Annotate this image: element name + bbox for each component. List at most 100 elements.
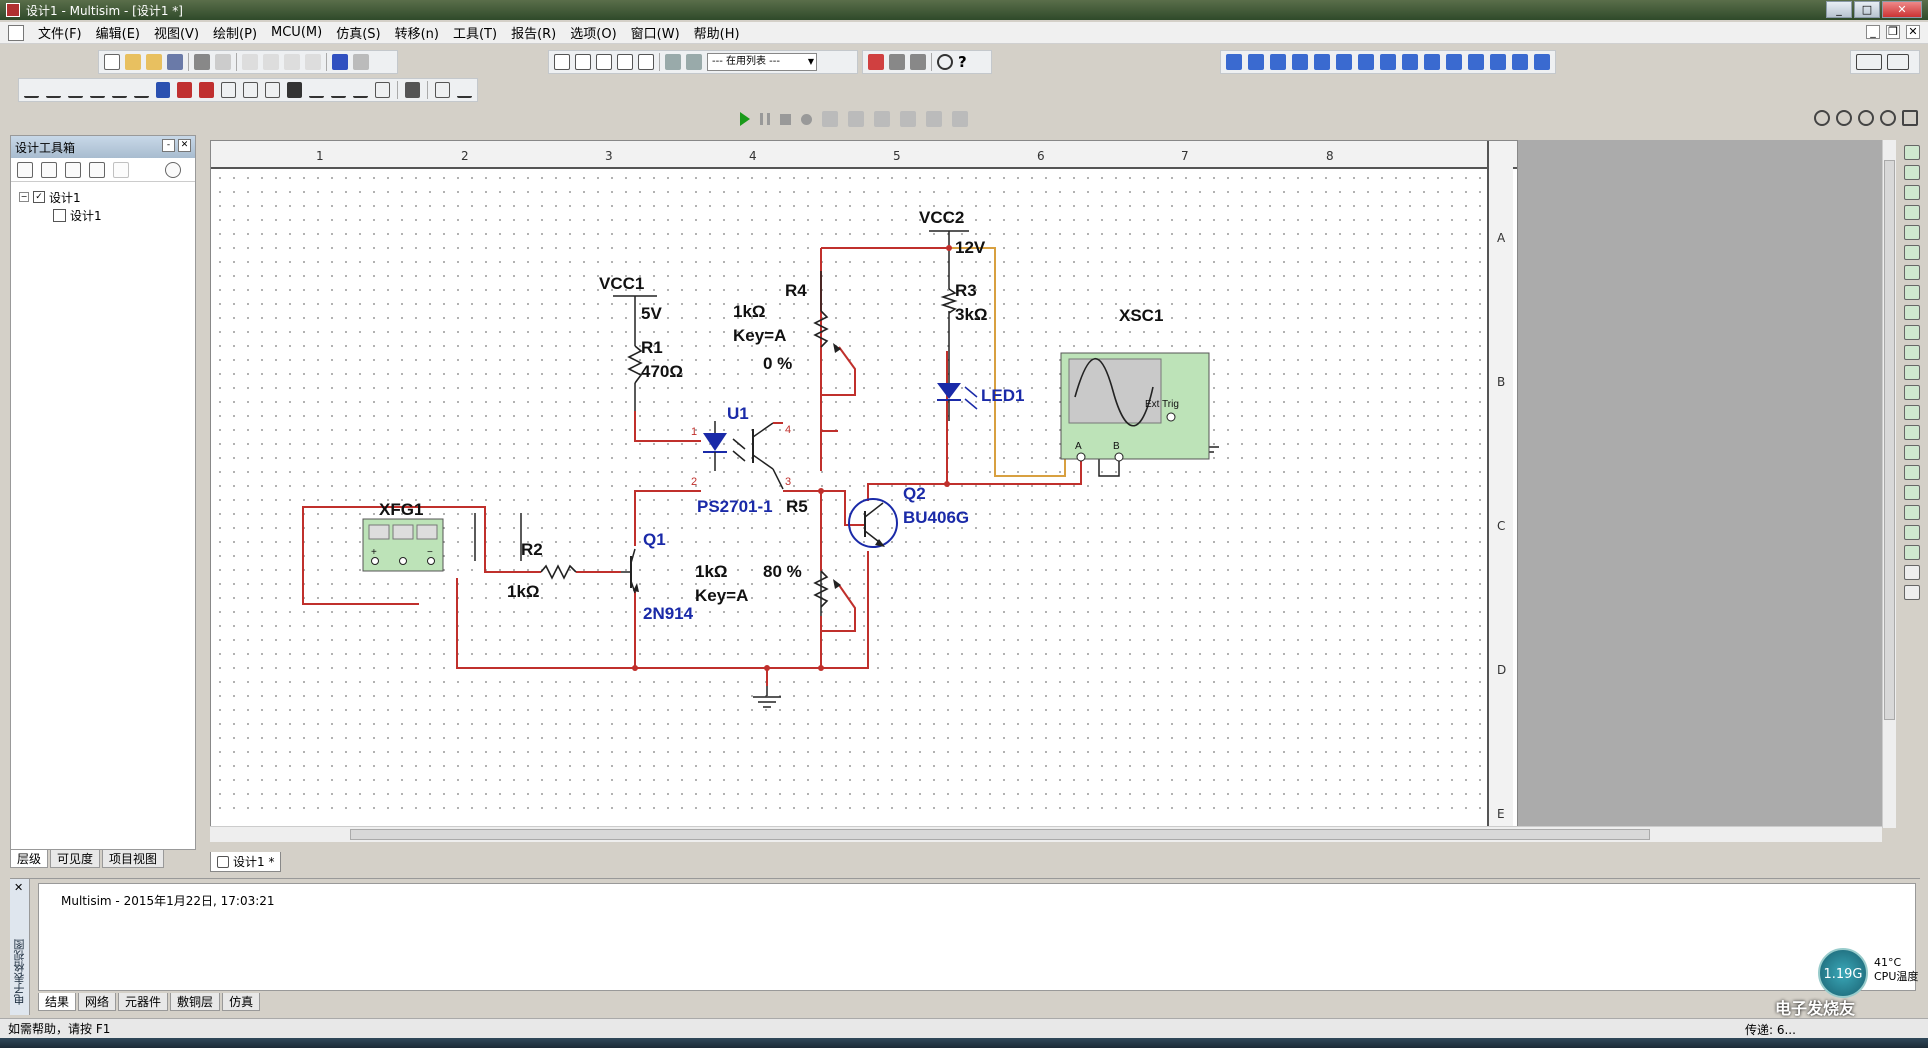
transistor-icon[interactable] — [89, 82, 105, 98]
erc-icon[interactable] — [868, 54, 884, 70]
q2-transistor-symbol[interactable] — [848, 498, 898, 548]
paste-icon[interactable] — [284, 54, 300, 70]
checkbox-icon[interactable]: ✓ — [33, 191, 45, 203]
backannotate-icon[interactable] — [686, 54, 702, 70]
tab-nets[interactable]: 网络 — [78, 993, 117, 1011]
scrollbar-thumb[interactable] — [350, 829, 1650, 840]
labview-icon[interactable] — [1904, 585, 1920, 600]
stop-simulation-icon[interactable] — [780, 113, 791, 125]
help-icon[interactable]: ? — [958, 54, 974, 70]
tree-collapse-icon[interactable]: − — [19, 192, 29, 202]
diode-icon[interactable] — [67, 82, 83, 98]
iv-analyzer-icon[interactable] — [1446, 54, 1462, 70]
analog-icon[interactable] — [111, 82, 127, 98]
undo-icon[interactable] — [332, 54, 348, 70]
connector-icon[interactable] — [457, 82, 473, 98]
mcu-icon[interactable] — [177, 82, 193, 98]
logic-analyzer-icon[interactable] — [1402, 54, 1418, 70]
instrument-icon[interactable] — [1904, 485, 1920, 500]
instrument-icon[interactable] — [1904, 305, 1920, 320]
menu-place[interactable]: 绘制(P) — [213, 23, 257, 42]
close-design-icon[interactable] — [89, 161, 105, 178]
toggle-toolbox-icon[interactable] — [554, 54, 570, 70]
instrument-icon[interactable] — [1904, 405, 1920, 420]
menu-transfer[interactable]: 转移(n) — [395, 23, 439, 42]
cut-icon[interactable] — [242, 54, 258, 70]
instrument-icon[interactable] — [1904, 285, 1920, 300]
vertical-scrollbar[interactable] — [1882, 140, 1896, 828]
annotate-icon[interactable] — [665, 54, 681, 70]
toggle-breakpoint-icon[interactable] — [952, 111, 968, 127]
tab-project-view[interactable]: 项目视图 — [102, 850, 165, 868]
instrument-icon[interactable] — [1904, 545, 1920, 560]
advanced-peripherals-icon[interactable] — [199, 82, 215, 98]
pause-simulation-icon[interactable] — [760, 113, 770, 125]
menu-tools[interactable]: 工具(T) — [453, 23, 497, 42]
breakpoint-icon[interactable] — [801, 113, 812, 125]
u1-optocoupler-symbol[interactable] — [703, 421, 784, 490]
mdi-close-button[interactable]: ✕ — [1906, 25, 1920, 39]
distortion-analyzer-icon[interactable] — [1468, 54, 1484, 70]
menu-options[interactable]: 选项(O) — [570, 23, 616, 42]
step-icon[interactable] — [822, 111, 838, 127]
electromechanical-icon[interactable] — [353, 82, 369, 98]
redo-icon[interactable] — [353, 54, 369, 70]
menu-help[interactable]: 帮助(H) — [694, 23, 740, 42]
zoom-in-icon[interactable] — [1814, 110, 1830, 126]
instrument-icon[interactable] — [1904, 265, 1920, 280]
transfer-icon[interactable] — [889, 54, 905, 70]
basic-icon[interactable] — [45, 82, 61, 98]
instrument-icon[interactable] — [1904, 385, 1920, 400]
delete-design-icon[interactable] — [113, 161, 129, 178]
maximize-button[interactable]: □ — [1854, 1, 1880, 18]
network-analyzer-icon[interactable] — [1512, 54, 1528, 70]
instrument-icon[interactable] — [1904, 325, 1920, 340]
zoom-area-icon[interactable] — [1858, 110, 1874, 126]
mdi-restore-button[interactable]: ❐ — [1886, 25, 1900, 39]
tab-visibility[interactable]: 可见度 — [50, 850, 101, 868]
frequency-counter-icon[interactable] — [1358, 54, 1374, 70]
instrument-icon[interactable] — [1904, 465, 1920, 480]
copy-icon[interactable] — [263, 54, 279, 70]
menu-file[interactable]: 文件(F) — [38, 23, 82, 42]
step-out-icon[interactable] — [900, 111, 916, 127]
export-icon[interactable] — [910, 54, 926, 70]
bode-plotter-icon[interactable] — [1336, 54, 1352, 70]
instrument-icon[interactable] — [1904, 185, 1920, 200]
menu-reports[interactable]: 报告(R) — [511, 23, 556, 42]
scrollbar-thumb[interactable] — [1884, 160, 1895, 720]
new-icon[interactable] — [104, 54, 120, 70]
zoom-sheet-icon[interactable] — [1880, 110, 1896, 126]
instrument-icon[interactable] — [1904, 525, 1920, 540]
print-preview-icon[interactable] — [215, 54, 231, 70]
menu-edit[interactable]: 编辑(E) — [96, 23, 140, 42]
xfg1-function-generator[interactable] — [362, 518, 444, 572]
function-generator-icon[interactable] — [1248, 54, 1264, 70]
probe-icon[interactable] — [1904, 565, 1920, 580]
step-over-icon[interactable] — [848, 111, 864, 127]
mixed-icon[interactable] — [243, 82, 259, 98]
tree-item-root[interactable]: − ✓ 设计1 — [19, 188, 187, 206]
instrument-icon[interactable] — [1904, 225, 1920, 240]
r3-symbol[interactable] — [940, 288, 958, 314]
oscilloscope-icon[interactable] — [1292, 54, 1308, 70]
spreadsheet-icon[interactable] — [575, 54, 591, 70]
print-icon[interactable] — [194, 54, 210, 70]
tree-item-child[interactable]: 设计1 — [19, 206, 187, 224]
schematic-canvas[interactable]: 1 2 3 4 5 6 7 8 A B C D E VCC2 12V VCC1 … — [210, 140, 1518, 828]
indicator-icon[interactable] — [265, 82, 281, 98]
instrument-icon[interactable] — [1904, 445, 1920, 460]
probe-icon[interactable] — [1534, 54, 1550, 70]
new-design-icon[interactable] — [17, 161, 33, 178]
wattmeter-icon[interactable] — [1270, 54, 1286, 70]
postprocessor-icon[interactable] — [638, 54, 654, 70]
close-button[interactable]: ✕ — [1882, 1, 1922, 18]
open-sample-icon[interactable] — [146, 54, 162, 70]
step-into-icon[interactable] — [874, 111, 890, 127]
instrument-icon[interactable] — [1904, 165, 1920, 180]
instrument-icon[interactable] — [1904, 505, 1920, 520]
run-to-cursor-icon[interactable] — [926, 111, 942, 127]
ttl-icon[interactable] — [133, 82, 149, 98]
zoom-fit-icon[interactable] — [1902, 110, 1918, 126]
close-icon[interactable]: ✕ — [14, 881, 23, 894]
